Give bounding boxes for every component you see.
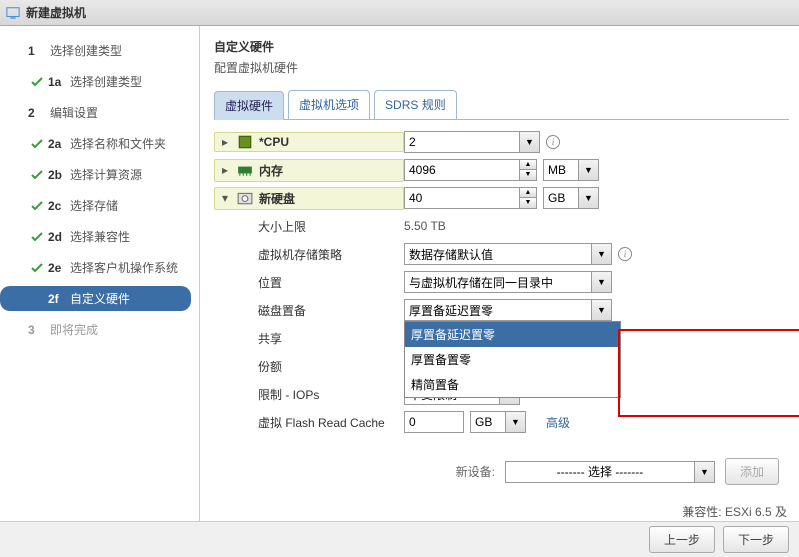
max-size-value: 5.50 TB <box>404 219 446 233</box>
sidebar-item-2b[interactable]: 2b 选择计算资源 <box>0 162 191 187</box>
chevron-down-icon[interactable]: ▼ <box>579 187 599 209</box>
chevron-down-icon[interactable]: ▼ <box>579 159 599 181</box>
disk-label: 新硬盘 <box>259 190 295 207</box>
tab-vm-options[interactable]: 虚拟机选项 <box>288 90 370 119</box>
provision-select[interactable]: ▼ 厚置备延迟置零 厚置备置零 精简置备 <box>404 299 612 321</box>
expand-icon[interactable]: ▸ <box>219 135 231 149</box>
row-cpu: ▸ *CPU ▼ i <box>214 130 789 154</box>
advanced-link[interactable]: 高级 <box>546 414 570 431</box>
collapse-icon[interactable]: ▾ <box>219 191 231 205</box>
memory-unit-select[interactable]: ▼ <box>543 159 599 181</box>
location-select[interactable]: ▼ <box>404 271 612 293</box>
blank-icon <box>10 107 24 119</box>
content-pane: 自定义硬件 配置虚拟机硬件 虚拟硬件 虚拟机选项 SDRS 规则 ▸ *CPU … <box>200 26 799 521</box>
sidebar-item-2a[interactable]: 2a 选择名称和文件夹 <box>0 131 191 156</box>
new-device-select[interactable]: ▼ <box>505 461 715 483</box>
row-max-size: 大小上限 5.50 TB <box>214 214 789 238</box>
row-new-disk: ▾ 新硬盘 ▲▼ ▼ <box>214 186 789 210</box>
check-icon <box>30 76 44 88</box>
row-disk-provision: 磁盘置备 ▼ 厚置备延迟置零 厚置备置零 精简置备 <box>214 298 789 322</box>
row-flash-cache: 虚拟 Flash Read Cache ▼ 高级 <box>214 410 789 434</box>
vm-icon <box>6 6 20 20</box>
memory-label: 内存 <box>259 162 283 179</box>
blank-icon <box>10 324 24 336</box>
provision-dropdown-list: 厚置备延迟置零 厚置备置零 精简置备 <box>404 321 621 398</box>
cpu-icon <box>237 135 253 149</box>
disk-icon <box>237 191 253 205</box>
spin-down-icon[interactable]: ▼ <box>520 198 536 208</box>
check-icon <box>30 169 44 181</box>
chevron-down-icon[interactable]: ▼ <box>506 411 526 433</box>
titlebar: 新建虚拟机 <box>0 0 799 26</box>
cpu-select[interactable]: ▼ <box>404 131 540 153</box>
wizard-sidebar: 1 选择创建类型 1a 选择创建类型 2 编辑设置 2a 选择名称和文件夹 2b… <box>0 26 200 521</box>
chevron-down-icon[interactable]: ▼ <box>592 243 612 265</box>
check-icon <box>30 231 44 243</box>
sidebar-item-1[interactable]: 1 选择创建类型 <box>0 38 191 63</box>
flash-unit-select[interactable]: ▼ <box>470 411 526 433</box>
window-title: 新建虚拟机 <box>26 4 86 21</box>
blank-icon <box>10 45 24 57</box>
info-icon[interactable]: i <box>618 247 632 261</box>
blank-icon <box>30 293 44 305</box>
tab-sdrs-rules[interactable]: SDRS 规则 <box>374 90 457 119</box>
sidebar-item-2c[interactable]: 2c 选择存储 <box>0 193 191 218</box>
info-icon[interactable]: i <box>546 135 560 149</box>
cpu-label: *CPU <box>259 135 289 149</box>
tabs: 虚拟硬件 虚拟机选项 SDRS 规则 <box>214 90 789 120</box>
memory-icon <box>237 163 253 177</box>
next-button[interactable]: 下一步 <box>723 526 789 553</box>
sidebar-item-2[interactable]: 2 编辑设置 <box>0 100 191 125</box>
memory-spinner[interactable]: ▲▼ <box>404 159 537 181</box>
tab-virtual-hardware[interactable]: 虚拟硬件 <box>214 91 284 120</box>
check-icon <box>30 200 44 212</box>
add-device-button[interactable]: 添加 <box>725 458 779 485</box>
spin-up-icon[interactable]: ▲ <box>520 160 536 170</box>
disk-size-spinner[interactable]: ▲▼ <box>404 187 537 209</box>
check-icon <box>30 138 44 150</box>
provision-option-thick-eager[interactable]: 厚置备置零 <box>405 347 620 372</box>
chevron-down-icon[interactable]: ▼ <box>592 299 612 321</box>
section-title: 自定义硬件 <box>214 38 789 55</box>
row-location: 位置 ▼ <box>214 270 789 294</box>
check-icon <box>30 262 44 274</box>
sidebar-item-2e[interactable]: 2e 选择客户机操作系统 <box>0 255 191 280</box>
sidebar-item-2f[interactable]: 2f 自定义硬件 <box>0 286 191 311</box>
new-device-label: 新设备: <box>456 463 495 480</box>
chevron-down-icon[interactable]: ▼ <box>520 131 540 153</box>
policy-select[interactable]: ▼ <box>404 243 612 265</box>
provision-option-thick-lazy[interactable]: 厚置备延迟置零 <box>405 322 620 347</box>
wizard-footer: 上一步 下一步 <box>0 521 799 557</box>
sidebar-item-3: 3 即将完成 <box>0 317 191 342</box>
sidebar-item-2d[interactable]: 2d 选择兼容性 <box>0 224 191 249</box>
row-memory: ▸ 内存 ▲▼ ▼ <box>214 158 789 182</box>
compatibility-text: 兼容性: ESXi 6.5 及 <box>214 503 789 520</box>
expand-icon[interactable]: ▸ <box>219 163 231 177</box>
sidebar-item-1a[interactable]: 1a 选择创建类型 <box>0 69 191 94</box>
disk-unit-select[interactable]: ▼ <box>543 187 599 209</box>
new-device-row: 新设备: ▼ 添加 <box>214 458 789 485</box>
chevron-down-icon[interactable]: ▼ <box>592 271 612 293</box>
provision-option-thin[interactable]: 精简置备 <box>405 372 620 397</box>
section-desc: 配置虚拟机硬件 <box>214 59 789 76</box>
flash-cache-input[interactable] <box>404 411 464 433</box>
back-button[interactable]: 上一步 <box>649 526 715 553</box>
spin-down-icon[interactable]: ▼ <box>520 170 536 180</box>
row-storage-policy: 虚拟机存储策略 ▼ i <box>214 242 789 266</box>
chevron-down-icon[interactable]: ▼ <box>695 461 715 483</box>
spin-up-icon[interactable]: ▲ <box>520 188 536 198</box>
